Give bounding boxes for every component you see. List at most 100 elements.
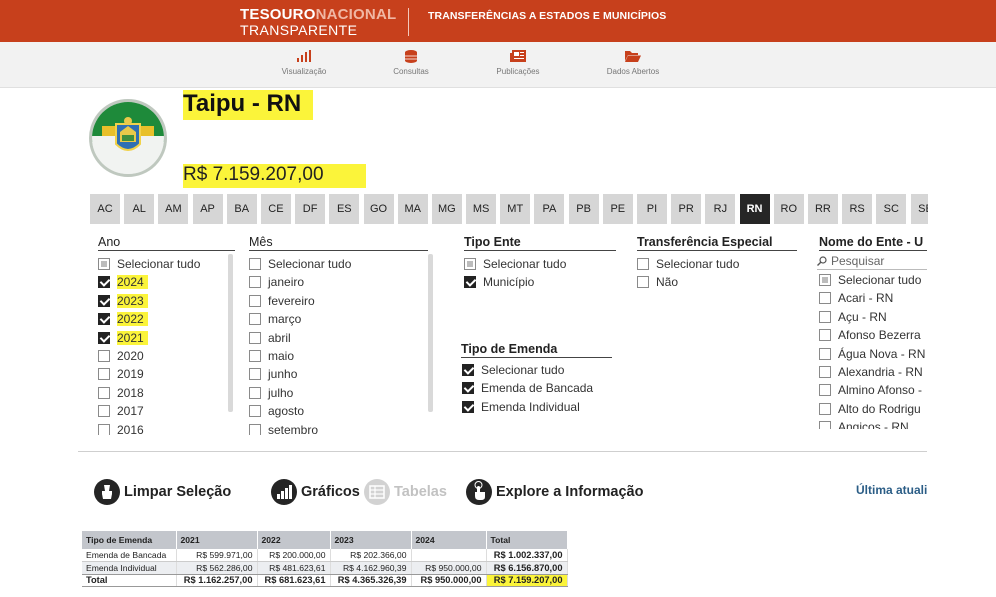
uf-button-ce[interactable]: CE	[260, 194, 291, 224]
mes-option[interactable]: janeiro	[249, 273, 429, 291]
checkbox[interactable]	[464, 258, 476, 270]
search-box[interactable]: Pesquisar	[817, 253, 927, 270]
uf-button-pr[interactable]: PR	[671, 194, 702, 224]
checkbox[interactable]	[819, 365, 831, 378]
checkbox[interactable]	[249, 331, 261, 344]
checkbox[interactable]	[462, 400, 474, 413]
mes-option[interactable]: setembro	[249, 421, 429, 435]
clear-selection-button[interactable]: Limpar Seleção	[94, 479, 231, 507]
checkbox[interactable]	[98, 405, 110, 418]
mes-option[interactable]: fevereiro	[249, 292, 429, 310]
tables-button[interactable]: Tabelas	[364, 479, 447, 507]
tesouro-logo[interactable]: TESOURONACIONAL TRANSPARENTE	[240, 7, 396, 37]
checkbox[interactable]	[819, 421, 831, 429]
uf-button-pi[interactable]: PI	[637, 194, 667, 224]
checkbox[interactable]	[98, 331, 110, 344]
checkbox[interactable]	[819, 310, 831, 323]
column-header[interactable]: Total	[486, 531, 568, 549]
mes-scrollbar[interactable]	[428, 254, 433, 412]
checkbox[interactable]	[819, 402, 831, 415]
last-update-link[interactable]: Última atuali	[856, 483, 927, 497]
checkbox[interactable]	[819, 274, 831, 286]
uf-button-rs[interactable]: RS	[842, 194, 873, 224]
checkbox[interactable]	[98, 276, 110, 289]
uf-button-pa[interactable]: PA	[534, 194, 565, 224]
checkbox[interactable]	[98, 313, 110, 326]
nav-dados-abertos[interactable]: Dados Abertos	[588, 50, 678, 76]
checkbox[interactable]	[637, 258, 649, 270]
checkbox[interactable]	[249, 294, 261, 307]
mes-option[interactable]: agosto	[249, 402, 429, 420]
column-header[interactable]: 2021	[176, 531, 258, 549]
column-header[interactable]: Tipo de Emenda	[82, 531, 177, 549]
uf-button-mt[interactable]: MT	[500, 194, 531, 224]
uf-button-ms[interactable]: MS	[466, 194, 497, 224]
ano-option[interactable]: Selecionar tudo	[98, 255, 236, 273]
nav-consultas[interactable]: Consultas	[366, 50, 456, 76]
uf-button-go[interactable]: GO	[363, 194, 394, 224]
mes-option[interactable]: Selecionar tudo	[249, 255, 429, 273]
uf-button-ro[interactable]: RO	[773, 194, 804, 224]
ano-option[interactable]: 2024	[98, 273, 236, 291]
ano-option[interactable]: 2020	[98, 347, 236, 365]
uf-button-ba[interactable]: BA	[226, 194, 257, 224]
ano-option[interactable]: 2018	[98, 384, 236, 402]
ano-scrollbar[interactable]	[228, 254, 233, 412]
ano-option[interactable]: 2021	[98, 329, 236, 347]
nome-ente-option[interactable]: Acari - RN	[819, 289, 927, 307]
uf-button-sc[interactable]: SC	[876, 194, 907, 224]
checkbox[interactable]	[819, 292, 831, 305]
uf-button-df[interactable]: DF	[295, 194, 326, 224]
checkbox[interactable]	[98, 349, 110, 362]
checkbox[interactable]	[249, 405, 261, 418]
checkbox[interactable]	[819, 329, 831, 342]
checkbox[interactable]	[819, 384, 831, 397]
uf-button-rn[interactable]: RN	[739, 194, 770, 224]
uf-button-mg[interactable]: MG	[431, 194, 462, 224]
checkbox[interactable]	[249, 423, 261, 435]
uf-button-ac[interactable]: AC	[90, 194, 120, 224]
ano-option[interactable]: 2019	[98, 365, 236, 383]
checkbox[interactable]	[637, 276, 649, 289]
tipo-ente-option[interactable]: Selecionar tudo	[464, 255, 616, 273]
uf-button-am[interactable]: AM	[158, 194, 189, 224]
nav-visualizacao[interactable]: Visualização	[259, 50, 349, 76]
tipo-ente-option[interactable]: Município	[464, 273, 616, 291]
uf-button-pe[interactable]: PE	[602, 194, 633, 224]
checkbox[interactable]	[98, 368, 110, 381]
transferencia-especial-option[interactable]: Não	[637, 273, 797, 291]
ano-option[interactable]: 2017	[98, 402, 236, 420]
column-header[interactable]: 2023	[330, 531, 412, 549]
mes-option[interactable]: junho	[249, 365, 429, 383]
nome-ente-option[interactable]: Angicos - RN	[819, 418, 927, 429]
checkbox[interactable]	[249, 386, 261, 399]
nome-ente-option[interactable]: Água Nova - RN	[819, 345, 927, 363]
mes-option[interactable]: julho	[249, 384, 429, 402]
uf-button-es[interactable]: ES	[329, 194, 360, 224]
checkbox[interactable]	[462, 364, 474, 376]
explore-button[interactable]: Explore a Informação	[466, 479, 643, 507]
mes-option[interactable]: março	[249, 310, 429, 328]
mes-option[interactable]: abril	[249, 329, 429, 347]
nome-ente-option[interactable]: Açu - RN	[819, 308, 927, 326]
ano-option[interactable]: 2016	[98, 421, 236, 435]
tipo-emenda-option[interactable]: Selecionar tudo	[462, 361, 612, 379]
checkbox[interactable]	[249, 276, 261, 289]
transferencia-especial-option[interactable]: Selecionar tudo	[637, 255, 797, 273]
ano-option[interactable]: 2023	[98, 292, 236, 310]
checkbox[interactable]	[249, 349, 261, 362]
checkbox[interactable]	[249, 258, 261, 270]
tipo-emenda-option[interactable]: Emenda de Bancada	[462, 379, 612, 397]
checkbox[interactable]	[98, 423, 110, 435]
nome-ente-option[interactable]: Selecionar tudo	[819, 271, 927, 289]
nome-ente-option[interactable]: Alexandria - RN	[819, 363, 927, 381]
uf-button-al[interactable]: AL	[124, 194, 155, 224]
checkbox[interactable]	[819, 347, 831, 360]
checkbox[interactable]	[462, 382, 474, 395]
column-header[interactable]: 2022	[257, 531, 331, 549]
nav-publicacoes[interactable]: Publicações	[473, 50, 563, 76]
ano-option[interactable]: 2022	[98, 310, 236, 328]
column-header[interactable]: 2024	[411, 531, 487, 549]
uf-button-ma[interactable]: MA	[397, 194, 428, 224]
checkbox[interactable]	[98, 386, 110, 399]
